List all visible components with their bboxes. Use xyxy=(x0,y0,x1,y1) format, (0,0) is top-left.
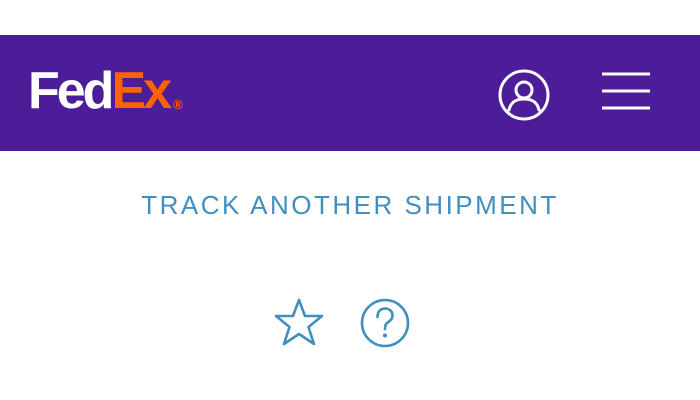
star-icon xyxy=(274,298,324,346)
logo-ex-text: Ex xyxy=(111,62,172,120)
help-button[interactable] xyxy=(359,297,411,349)
favorite-button[interactable] xyxy=(273,297,325,349)
hamburger-menu-icon xyxy=(602,72,650,110)
account-button[interactable] xyxy=(498,69,550,121)
menu-button[interactable] xyxy=(600,71,652,111)
registered-mark: ® xyxy=(173,97,183,112)
page: Fed Ex ® TRACK ANOTHER SHIPMENT xyxy=(0,0,700,400)
user-account-icon xyxy=(498,69,550,121)
track-another-shipment-link[interactable]: TRACK ANOTHER SHIPMENT xyxy=(0,188,700,222)
question-mark-icon xyxy=(360,298,410,348)
fedex-logo[interactable]: Fed Ex ® xyxy=(28,65,183,117)
logo-fed-text: Fed xyxy=(28,62,114,120)
top-header-bar: Fed Ex ® xyxy=(0,35,700,151)
